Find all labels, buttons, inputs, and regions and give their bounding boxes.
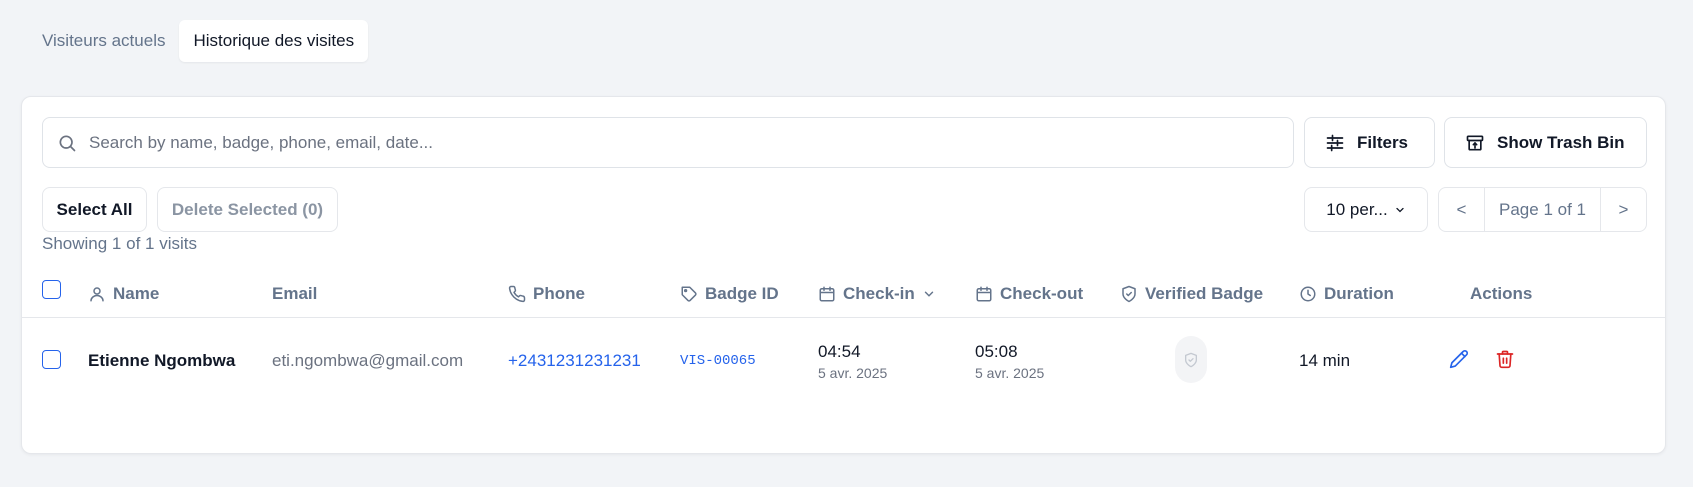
- delete-button[interactable]: [1493, 347, 1517, 371]
- visitor-name: Etienne Ngombwa: [88, 351, 236, 370]
- edit-button[interactable]: [1447, 347, 1471, 371]
- column-label-email: Email: [272, 284, 318, 303]
- visits-card: Filters Show Trash Bin Select All Delete…: [21, 96, 1666, 454]
- checkout-cell: 05:08 5 avr. 2025: [975, 342, 1044, 381]
- tag-icon: [680, 285, 698, 303]
- search-bar[interactable]: [42, 117, 1294, 168]
- pagination: < Page 1 of 1 >: [1438, 187, 1647, 232]
- prev-page-button[interactable]: <: [1439, 188, 1484, 231]
- header-divider: [22, 317, 1665, 318]
- column-header-email[interactable]: Email: [272, 279, 317, 309]
- page-indicator: Page 1 of 1: [1484, 188, 1601, 231]
- search-input[interactable]: [89, 132, 1269, 153]
- shield-check-icon: [1120, 285, 1138, 303]
- archive-icon: [1465, 133, 1485, 153]
- tab-bar: Visiteurs actuels Historique des visites: [28, 20, 369, 62]
- filters-button[interactable]: Filters: [1304, 117, 1435, 168]
- column-header-verified[interactable]: Verified Badge: [1120, 279, 1263, 309]
- column-header-actions: Actions: [1470, 279, 1532, 309]
- tab-current-visitors[interactable]: Visiteurs actuels: [28, 20, 179, 62]
- search-icon: [57, 133, 77, 153]
- select-all-button[interactable]: Select All: [42, 187, 147, 232]
- column-label-name: Name: [113, 284, 160, 303]
- column-label-phone: Phone: [533, 284, 585, 303]
- visit-duration: 14 min: [1299, 351, 1351, 370]
- delete-selected-button[interactable]: Delete Selected (0): [157, 187, 338, 232]
- column-header-phone[interactable]: Phone: [508, 279, 585, 309]
- calendar-icon: [818, 285, 836, 303]
- sliders-icon: [1325, 133, 1345, 153]
- checkout-date: 5 avr. 2025: [975, 365, 1045, 381]
- column-label-actions: Actions: [1470, 284, 1533, 303]
- sort-chevron-down-icon: [922, 287, 936, 301]
- column-header-badge[interactable]: Badge ID: [680, 279, 779, 309]
- column-label-checkout: Check-out: [1000, 284, 1084, 303]
- tab-visit-history[interactable]: Historique des visites: [179, 20, 369, 62]
- checkin-date: 5 avr. 2025: [818, 365, 888, 381]
- column-header-name[interactable]: Name: [88, 279, 159, 309]
- next-page-button[interactable]: >: [1601, 188, 1646, 231]
- column-label-checkin: Check-in: [843, 284, 915, 303]
- clock-icon: [1299, 285, 1317, 303]
- checkout-time: 05:08: [975, 342, 1018, 361]
- calendar-icon: [975, 285, 993, 303]
- per-page-value: 10 per...: [1326, 199, 1388, 219]
- visitor-badge-id: VIS-00065: [680, 353, 756, 369]
- visitor-email: eti.ngombwa@gmail.com: [272, 351, 464, 370]
- visitor-phone-link[interactable]: +2431231231231: [508, 351, 641, 371]
- verified-badge-indicator: [1175, 336, 1207, 383]
- results-count: Showing 1 of 1 visits: [42, 234, 197, 253]
- per-page-select[interactable]: 10 per...: [1304, 187, 1428, 232]
- pencil-icon: [1449, 349, 1469, 369]
- checkin-cell: 04:54 5 avr. 2025: [818, 342, 887, 381]
- column-header-checkout[interactable]: Check-out: [975, 279, 1083, 309]
- trash-icon: [1495, 349, 1515, 369]
- column-label-duration: Duration: [1324, 284, 1394, 303]
- checkin-time: 04:54: [818, 342, 861, 361]
- user-icon: [88, 285, 106, 303]
- row-checkbox[interactable]: [42, 350, 61, 369]
- show-trash-button[interactable]: Show Trash Bin: [1444, 117, 1647, 168]
- show-trash-label: Show Trash Bin: [1497, 132, 1625, 152]
- column-header-checkin[interactable]: Check-in: [818, 279, 936, 309]
- column-label-verified: Verified Badge: [1145, 284, 1264, 303]
- shield-check-icon: [1183, 352, 1199, 368]
- filters-label: Filters: [1357, 132, 1409, 152]
- column-header-duration[interactable]: Duration: [1299, 279, 1394, 309]
- phone-icon: [508, 285, 526, 303]
- chevron-down-icon: [1394, 204, 1406, 216]
- column-label-badge: Badge ID: [705, 284, 779, 303]
- select-all-checkbox[interactable]: [42, 280, 61, 299]
